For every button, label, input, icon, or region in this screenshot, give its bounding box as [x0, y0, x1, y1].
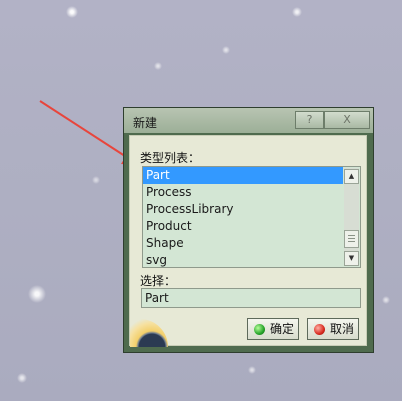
type-listbox[interactable]: Part Process ProcessLibrary Product Shap…: [142, 166, 361, 268]
thumb-grip-line: [348, 235, 355, 236]
listbox-scrollbar[interactable]: ▲ ▼: [344, 168, 359, 266]
type-list-label: 类型列表：: [140, 151, 201, 165]
thumb-grip-line: [348, 241, 355, 242]
list-item-processlibrary[interactable]: ProcessLibrary: [143, 201, 343, 218]
dialog-title: 新建: [133, 116, 158, 130]
help-button[interactable]: ?: [295, 111, 324, 129]
green-ok-icon: [254, 324, 265, 335]
ok-button[interactable]: 确定: [247, 318, 299, 340]
list-item-part[interactable]: Part: [143, 167, 343, 184]
scroll-thumb[interactable]: [344, 230, 359, 248]
list-item-shape[interactable]: Shape: [143, 235, 343, 252]
dialog-titlebar[interactable]: 新建 ? X: [124, 108, 373, 133]
red-cancel-icon: [314, 324, 325, 335]
close-button[interactable]: X: [324, 111, 370, 129]
cancel-button[interactable]: 取消: [307, 318, 359, 340]
scroll-up-arrow-icon[interactable]: ▲: [344, 169, 359, 184]
ok-button-label: 确定: [270, 322, 295, 336]
dialog-body: 类型列表： Part Process ProcessLibrary Produc…: [129, 135, 367, 347]
selection-label: 选择：: [140, 274, 177, 288]
list-item-svg[interactable]: svg: [143, 252, 343, 269]
thumb-grip-line: [348, 238, 355, 239]
list-item-process[interactable]: Process: [143, 184, 343, 201]
list-item-product[interactable]: Product: [143, 218, 343, 235]
selection-field[interactable]: [141, 288, 361, 308]
globe-logo-icon: [130, 319, 168, 347]
new-dialog: 新建 ? X 类型列表： Part Process ProcessLibrary…: [123, 107, 374, 353]
cancel-button-label: 取消: [330, 322, 355, 336]
scroll-down-arrow-icon[interactable]: ▼: [344, 251, 359, 266]
